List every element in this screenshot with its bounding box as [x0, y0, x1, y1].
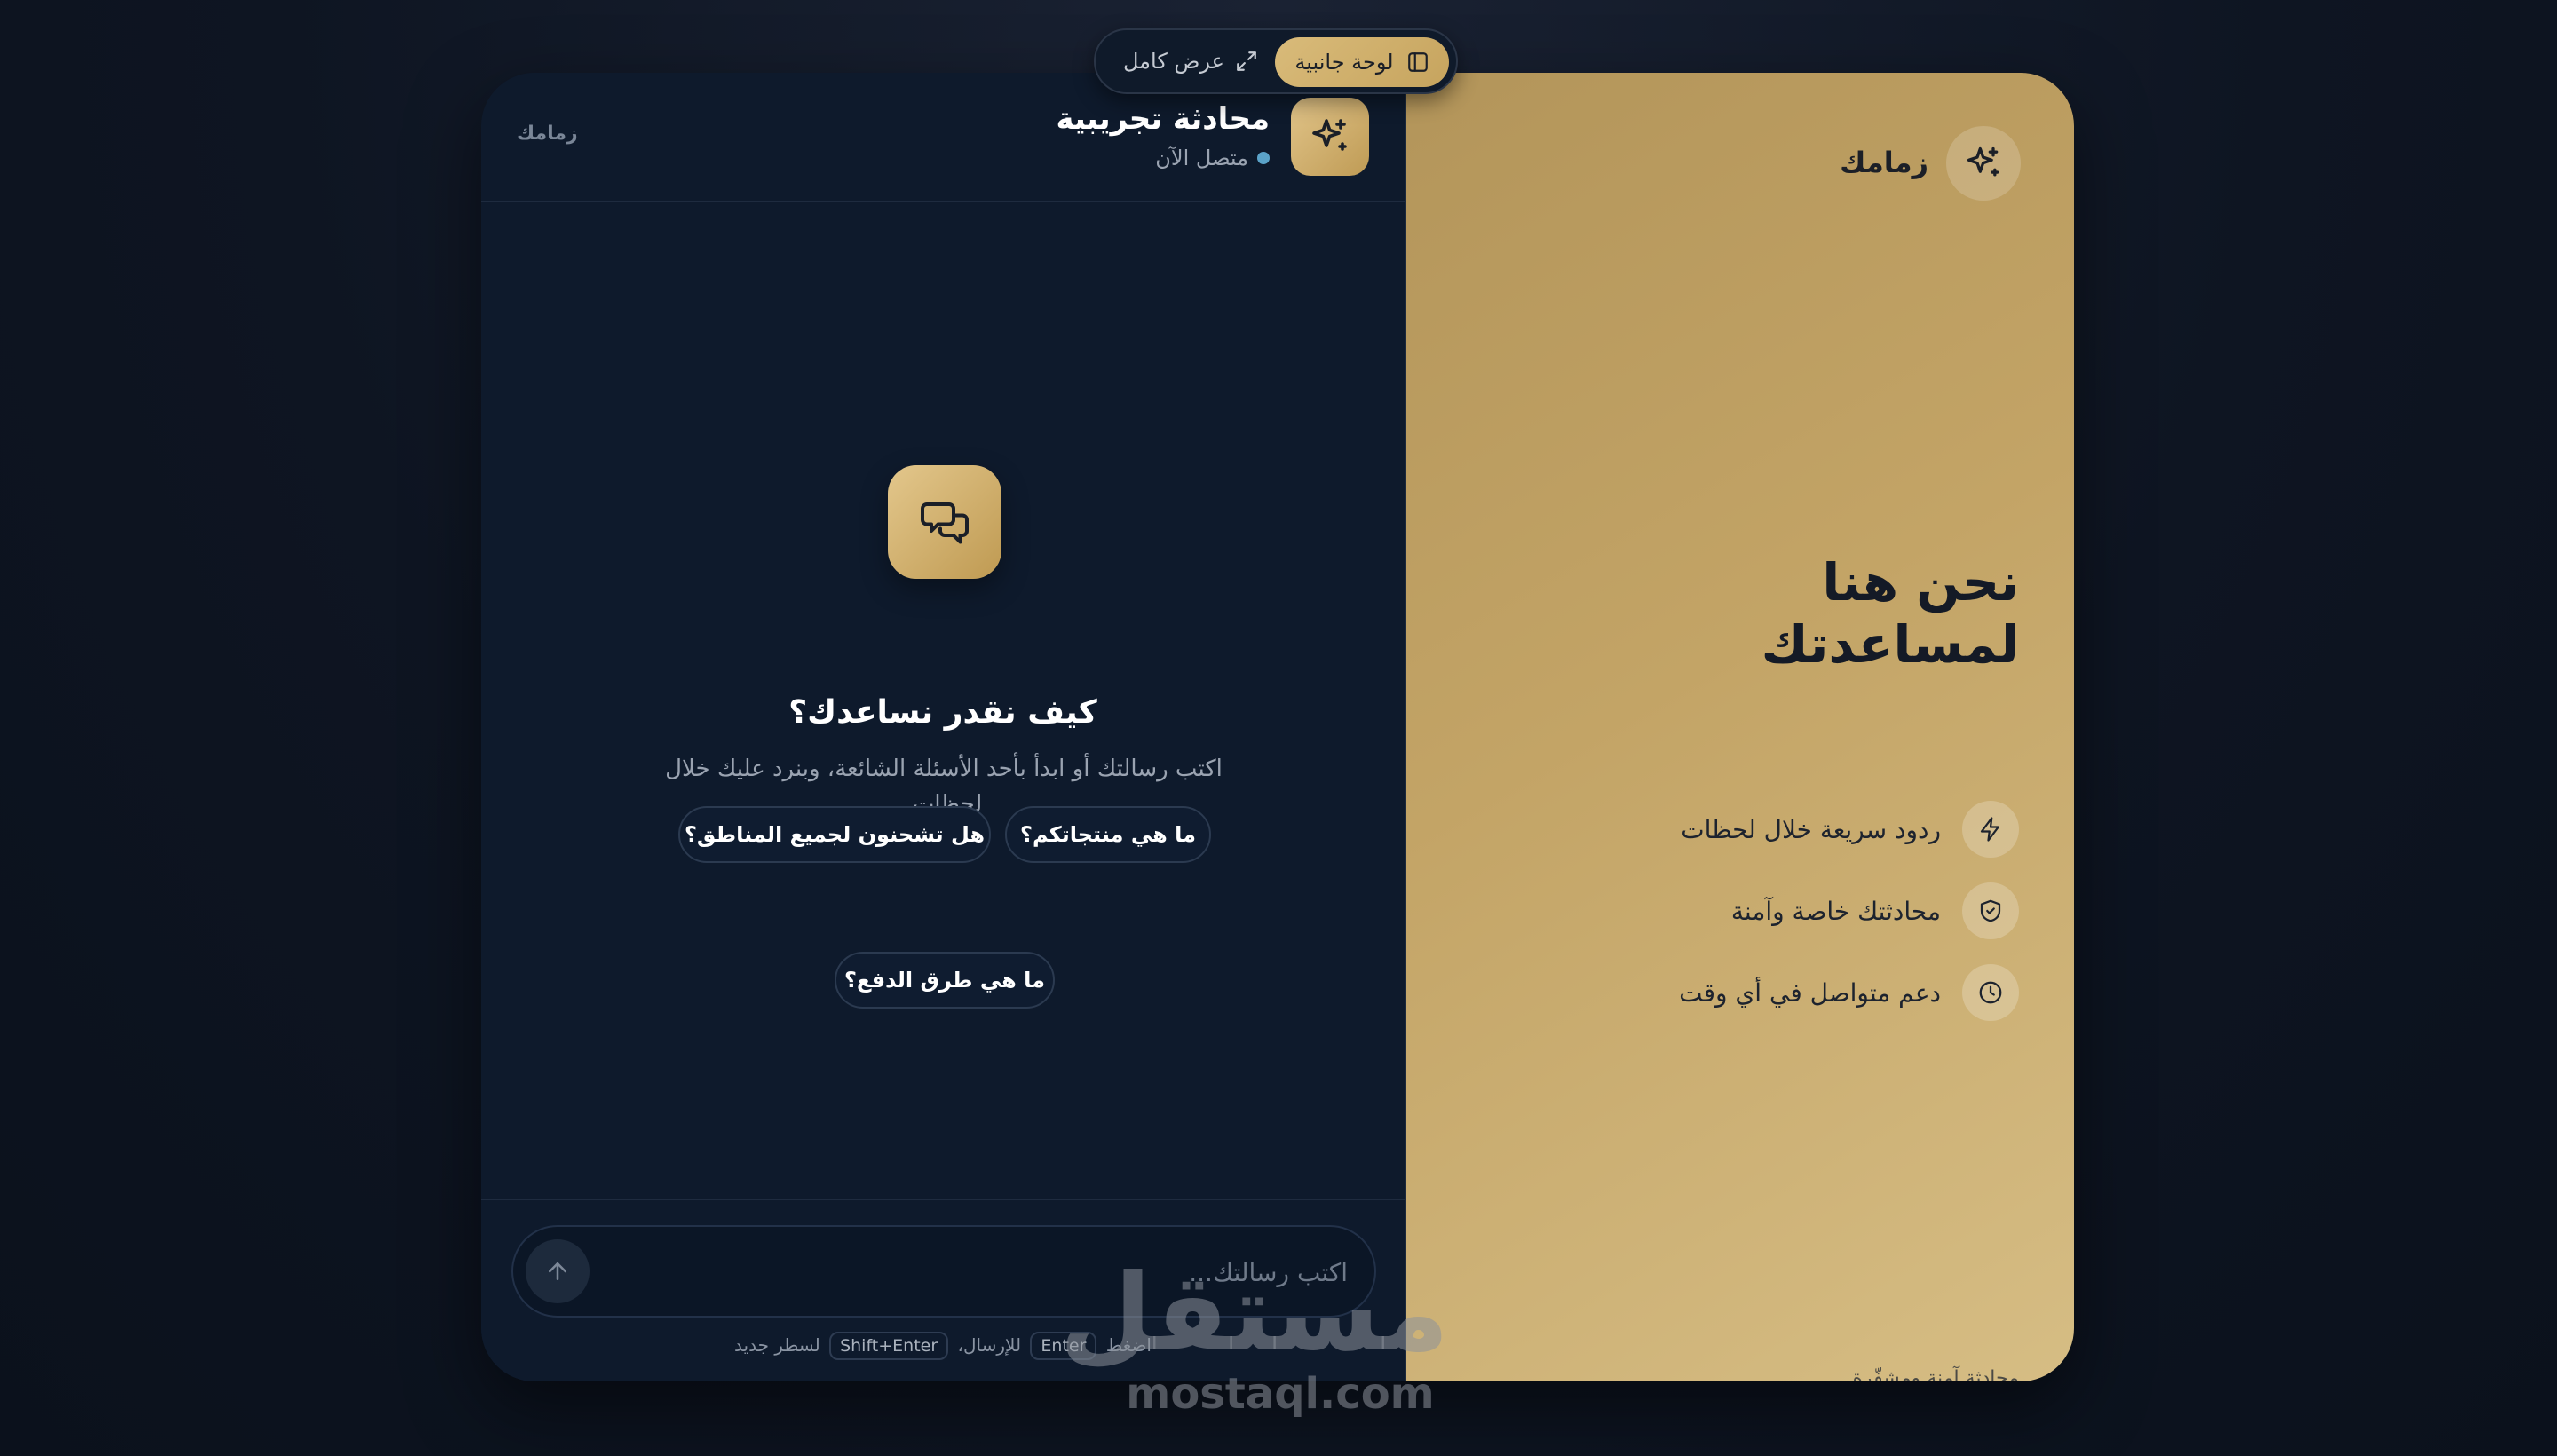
side-panel-button[interactable]: لوحة جانبية	[1275, 37, 1449, 87]
hint-newline: لسطر جديد	[734, 1334, 820, 1356]
empty-state-title: كيف نقدر نساعدك؟	[788, 694, 1097, 731]
feature-icon-circle	[1962, 882, 2019, 939]
feature-label: دعم متواصل في أي وقت	[1679, 977, 1941, 1008]
sparkles-icon	[1312, 119, 1347, 151]
composer-area: اضغط Enter للإرسال، Shift+Enter لسطر جدي…	[481, 1199, 1405, 1381]
feature-icon-circle	[1962, 801, 2019, 858]
online-status: متصل الآن	[1155, 146, 1270, 170]
info-panel: زمامك نحن هنا لمساعدتك ردود سريعة خلال ل…	[1406, 73, 2074, 1381]
shift-enter-key: Shift+Enter	[829, 1332, 949, 1360]
chat-widget-card: محادثة تجريبية متصل الآن زمامك كيف نقدر …	[481, 73, 2074, 1381]
feature-fast-replies: ردود سريعة خلال لحظات	[1681, 801, 2019, 858]
view-toggle: عرض كامل لوحة جانبية	[1094, 28, 1458, 94]
headline-line-2: لمساعدتك	[1761, 613, 2019, 675]
hint-press: اضغط	[1105, 1334, 1152, 1356]
suggestion-shipping[interactable]: هل تشحنون لجميع المناطق؟	[678, 806, 991, 863]
side-panel-label: لوحة جانبية	[1294, 50, 1394, 75]
expand-icon	[1237, 51, 1256, 71]
assistant-avatar	[1291, 98, 1369, 176]
feature-support: دعم متواصل في أي وقت	[1679, 964, 2019, 1021]
encryption-note: محادثة آمنة ومشفّرة	[1852, 1367, 2019, 1381]
brand-name: زمامك	[1840, 146, 1928, 179]
send-button[interactable]	[526, 1239, 590, 1303]
shield-check-icon	[1980, 899, 2001, 922]
message-composer	[511, 1225, 1376, 1318]
empty-state-icon	[888, 465, 1001, 579]
feature-icon-circle	[1962, 964, 2019, 1021]
info-headline: نحن هنا لمساعدتك	[1486, 552, 2019, 676]
arrow-up-icon	[549, 1262, 566, 1280]
keyboard-hint: اضغط Enter للإرسال، Shift+Enter لسطر جدي…	[481, 1332, 1405, 1360]
suggestion-payment[interactable]: ما هي طرق الدفع؟	[835, 952, 1055, 1009]
chat-bubbles-icon	[921, 502, 969, 544]
message-input[interactable]	[671, 1250, 1350, 1294]
clock-icon	[1979, 981, 2002, 1004]
status-text: متصل الآن	[1155, 146, 1248, 170]
suggestion-products[interactable]: ما هي منتجاتكم؟	[1005, 806, 1211, 863]
hint-send: للإرسال،	[957, 1334, 1022, 1356]
panel-icon	[1407, 52, 1428, 72]
chat-title: محادثة تجريبية	[1056, 101, 1270, 137]
full-view-label: عرض كامل	[1123, 49, 1224, 74]
full-view-button[interactable]: عرض كامل	[1115, 43, 1266, 80]
enter-key: Enter	[1030, 1332, 1097, 1360]
brand-logo	[1946, 126, 2021, 201]
feature-label: ردود سريعة خلال لحظات	[1681, 814, 1941, 844]
headline-line-1: نحن هنا	[1822, 552, 2019, 613]
lightning-icon	[1980, 817, 1999, 842]
sparkles-icon	[1967, 146, 1999, 177]
header-brand: زمامك	[517, 123, 578, 145]
feature-secure: محادثتك خاصة وآمنة	[1731, 882, 2019, 939]
status-dot	[1257, 152, 1270, 164]
feature-label: محادثتك خاصة وآمنة	[1730, 896, 1941, 926]
chat-panel: محادثة تجريبية متصل الآن زمامك كيف نقدر …	[481, 73, 1406, 1381]
